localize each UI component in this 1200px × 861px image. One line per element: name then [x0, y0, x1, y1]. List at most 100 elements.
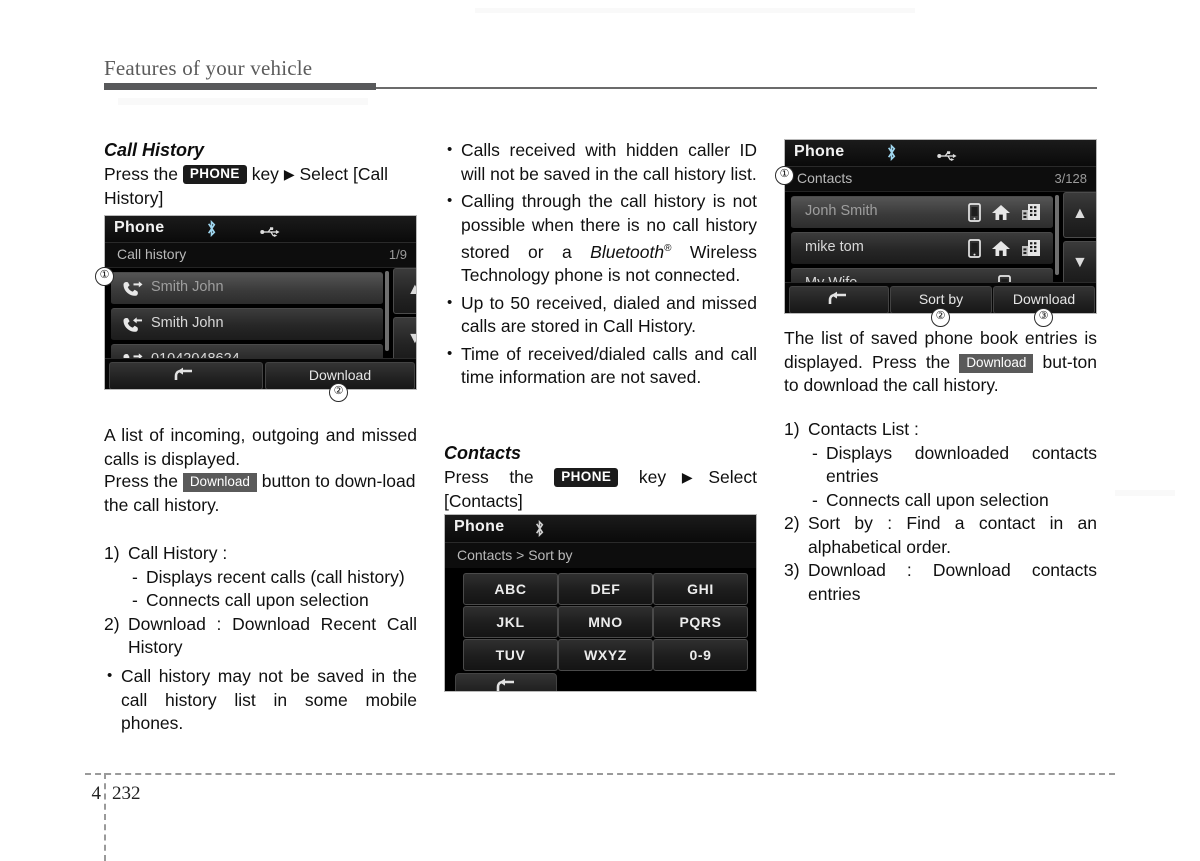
download-button-label: Download [308, 367, 372, 383]
sortby-key-jkl[interactable]: JKL [463, 606, 558, 638]
call-history-row[interactable]: Smith John [111, 272, 383, 305]
scroll-down-button[interactable]: ▼ [393, 317, 416, 363]
contact-row[interactable]: Jonh Smith [791, 196, 1053, 229]
paragraph-download-instruction: Press the Download button to down-load t… [104, 470, 417, 517]
list-subtext: Connects call upon selection [146, 590, 369, 610]
usb-icon [937, 148, 957, 161]
download-button-label: Download [1012, 291, 1076, 307]
list-number: 1) [104, 543, 120, 563]
numbered-list-right: 1) Contacts List : Displays downloaded c… [784, 418, 1097, 606]
key-label: ABC [494, 581, 527, 597]
back-arrow-icon [172, 367, 196, 389]
footer-divider-horizontal [85, 773, 1115, 775]
p2-pre: Press the [104, 471, 178, 491]
manual-page: Features of your vehicle Call History Pr… [0, 0, 1200, 861]
callout-2: ② [931, 308, 950, 327]
call-history-name: Smith John [151, 315, 224, 331]
usb-icon [260, 224, 280, 237]
device-subtitle-bar: Call history 1/9 [105, 243, 416, 268]
sortby-key-ghi[interactable]: GHI [653, 573, 748, 605]
bluetooth-icon [205, 219, 218, 238]
office-icon [1021, 239, 1041, 262]
phone-key-chip[interactable]: PHONE [554, 468, 619, 487]
key-label: JKL [496, 614, 525, 630]
mobile-icon [968, 239, 981, 263]
bluetooth-icon [885, 143, 898, 162]
intro-pre: Press the [104, 164, 178, 184]
callout-3: ③ [1034, 308, 1053, 327]
scrollbar-thumb[interactable] [385, 271, 389, 351]
list-item: Up to 50 received, dialed and missed cal… [444, 291, 757, 339]
contact-row[interactable]: mike tom [791, 232, 1053, 265]
list-item: Connects call upon selection [104, 589, 417, 613]
arrow-right-icon: ▶ [666, 469, 709, 485]
callout-1: ① [95, 267, 114, 286]
call-history-row[interactable]: Smith John [111, 308, 383, 341]
section-title-call-history: Call History [104, 140, 205, 160]
back-button[interactable] [789, 286, 889, 313]
sortby-key-pqrs[interactable]: PQRS [653, 606, 748, 638]
section-title-contacts: Contacts [444, 443, 522, 463]
device-subtitle-bar: Contacts > Sort by [445, 543, 756, 568]
list-subtext: Connects call upon selection [826, 489, 1049, 510]
list-text: Download : Download contacts entries [808, 560, 1097, 604]
download-chip[interactable]: Download [959, 353, 1034, 373]
back-button[interactable] [455, 673, 557, 691]
key-label: TUV [495, 647, 526, 663]
device-counter: 3/128 [1054, 171, 1087, 186]
key-label: DEF [590, 581, 621, 597]
download-chip[interactable]: Download [182, 473, 257, 492]
scrollbar-thumb[interactable] [1055, 195, 1059, 275]
list-item: Connects call upon selection [784, 489, 1097, 513]
sortby-key-mno[interactable]: MNO [558, 606, 653, 638]
sortby-key-tuv[interactable]: TUV [463, 639, 558, 671]
bullet-list-middle: Calls received with hidden caller ID wil… [444, 138, 757, 390]
scroll-down-button[interactable]: ▼ [1063, 241, 1096, 287]
list-number: 1) [784, 419, 800, 439]
device-titlebar: Phone [785, 140, 1096, 167]
screenshot-contacts-sortby: Phone Contacts > Sort by ABC DEF GHI JKL… [444, 514, 757, 692]
device-title: Phone [794, 143, 845, 160]
home-icon [991, 204, 1011, 226]
footer-divider-vertical [104, 773, 106, 861]
paragraph-list-displayed: A list of incoming, outgoing and missed … [104, 425, 417, 469]
callout-2: ② [329, 383, 348, 402]
phone-key-chip[interactable]: PHONE [182, 165, 247, 184]
list-item: 2) Sort by : Find a contact in an alphab… [784, 512, 1097, 559]
device-titlebar: Phone [105, 216, 416, 243]
list-subtext: Displays downloaded contacts entries [826, 442, 1097, 487]
list-item: 3) Download : Download contacts entries [784, 559, 1097, 606]
list-text: Sort by : Find a contact in an alphabeti… [808, 513, 1097, 557]
contact-name: Jonh Smith [805, 203, 878, 219]
sortby-key-wxyz[interactable]: WXYZ [558, 639, 653, 671]
incoming-call-icon [121, 315, 143, 338]
scroll-up-button[interactable]: ▲ [393, 268, 416, 314]
key-label: GHI [687, 581, 714, 597]
registered-mark: ® [664, 243, 672, 254]
list-item: Displays downloaded contacts entries [784, 442, 1097, 489]
bluetooth-icon [533, 519, 546, 538]
device-bottom-bar: Download [105, 358, 416, 389]
back-button[interactable] [109, 362, 263, 389]
sortby-key-def[interactable]: DEF [558, 573, 653, 605]
office-icon [1021, 203, 1041, 226]
scroll-up-button[interactable]: ▲ [1063, 192, 1096, 238]
chevron-down-icon: ▼ [1072, 254, 1088, 271]
list-item: Calling through the call history is not … [444, 189, 757, 288]
bullet-list-left: Call history may not be saved in the cal… [104, 664, 417, 736]
device-title: Phone [114, 219, 165, 236]
chevron-up-icon: ▲ [1072, 205, 1088, 222]
list-item: Call history may not be saved in the cal… [104, 664, 417, 736]
header-rule-thick [104, 83, 376, 90]
intro-mid: key [251, 164, 279, 184]
device-subtitle: Call history [117, 246, 187, 262]
list-number: 2) [104, 613, 120, 634]
sortby-key-09[interactable]: 0-9 [653, 639, 748, 671]
call-history-name: Smith John [151, 279, 224, 295]
device-subtitle: Contacts > Sort by [457, 547, 573, 563]
chapter-number: 4 [91, 783, 102, 804]
sortby-key-abc[interactable]: ABC [463, 573, 558, 605]
list-number: 2) [784, 513, 800, 533]
intro-pre: Press the [444, 467, 534, 487]
page-number: 232 [112, 783, 141, 804]
